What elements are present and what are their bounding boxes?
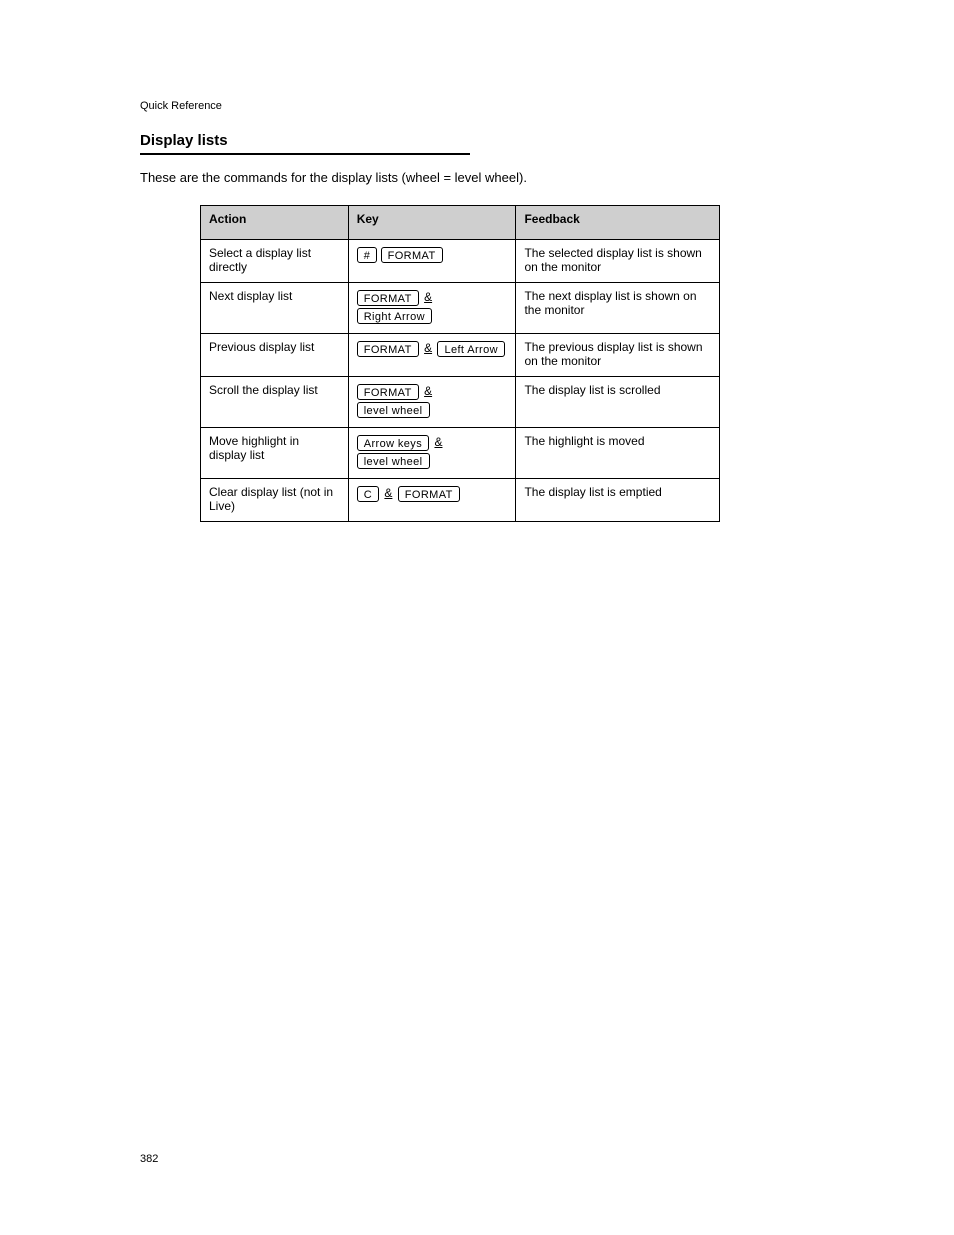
cell-feedback: The display list is emptied: [516, 478, 720, 521]
table-row: Next display listFORMAT & Right Arrow Th…: [201, 282, 720, 333]
cell-action: Move highlight in display list: [201, 427, 349, 478]
col-header-key: Key: [348, 205, 516, 239]
keycap: level wheel: [357, 402, 430, 418]
ampersand: &: [434, 435, 442, 449]
cell-key: C & FORMAT: [348, 478, 516, 521]
cell-action: Next display list: [201, 282, 349, 333]
cell-feedback: The next display list is shown on the mo…: [516, 282, 720, 333]
keycap: FORMAT: [398, 486, 460, 502]
ampersand: &: [424, 290, 432, 304]
cell-action: Previous display list: [201, 333, 349, 376]
keycap: FORMAT: [357, 341, 419, 357]
keycap: Left Arrow: [437, 341, 505, 357]
cell-feedback: The previous display list is shown on th…: [516, 333, 720, 376]
table-row: Previous display listFORMAT & Left Arrow…: [201, 333, 720, 376]
col-header-feedback: Feedback: [516, 205, 720, 239]
keycap: Arrow keys: [357, 435, 429, 451]
ampersand: &: [424, 384, 432, 398]
keycap: C: [357, 486, 379, 502]
cell-feedback: The selected display list is shown on th…: [516, 239, 720, 282]
keycap: FORMAT: [381, 247, 443, 263]
cell-key: # FORMAT: [348, 239, 516, 282]
cell-action: Scroll the display list: [201, 376, 349, 427]
cell-key: Arrow keys & level wheel: [348, 427, 516, 478]
table-row: Scroll the display listFORMAT & level wh…: [201, 376, 720, 427]
cell-key: FORMAT & Left Arrow: [348, 333, 516, 376]
table-row: Move highlight in display listArrow keys…: [201, 427, 720, 478]
table-row: Select a display list directly# FORMAT T…: [201, 239, 720, 282]
keycap: #: [357, 247, 378, 263]
title-rule: [140, 153, 470, 155]
keycap: FORMAT: [357, 290, 419, 306]
table-row: Clear display list (not in Live)C & FORM…: [201, 478, 720, 521]
keycap: FORMAT: [357, 384, 419, 400]
ampersand: &: [384, 486, 392, 500]
cell-action: Select a display list directly: [201, 239, 349, 282]
table-body: Select a display list directly# FORMAT T…: [201, 239, 720, 521]
ampersand: &: [424, 341, 432, 355]
cell-feedback: The highlight is moved: [516, 427, 720, 478]
running-head: Quick Reference: [140, 100, 814, 112]
section-title: Display lists: [140, 132, 814, 149]
keycap: level wheel: [357, 453, 430, 469]
cell-feedback: The display list is scrolled: [516, 376, 720, 427]
page-number: 382: [140, 1153, 158, 1165]
col-header-action: Action: [201, 205, 349, 239]
keycap: Right Arrow: [357, 308, 432, 324]
cell-action: Clear display list (not in Live): [201, 478, 349, 521]
intro-text: These are the commands for the display l…: [140, 169, 814, 187]
cell-key: FORMAT & level wheel: [348, 376, 516, 427]
cell-key: FORMAT & Right Arrow: [348, 282, 516, 333]
commands-table: Action Key Feedback Select a display lis…: [200, 205, 720, 522]
